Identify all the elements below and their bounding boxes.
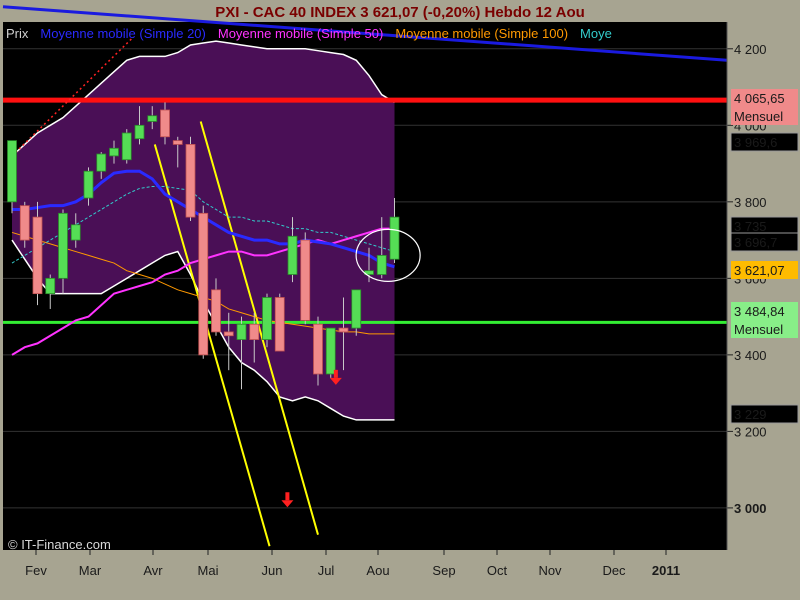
arrow-shaft — [333, 369, 338, 378]
candle-body — [172, 140, 183, 145]
candle-body — [58, 212, 68, 279]
x-tick-label: Sep — [432, 563, 455, 578]
x-tick-label: Dec — [602, 563, 626, 578]
candle-body — [376, 254, 387, 275]
price-label: 3 621,07 — [731, 261, 798, 279]
price-label-text: 3 229 — [734, 407, 767, 422]
price-label-text: Mensuel — [734, 109, 783, 124]
price-label: 3 735 — [730, 216, 799, 236]
candle-body — [83, 170, 94, 199]
candle-body — [7, 140, 17, 203]
candle-body — [134, 124, 145, 140]
candle-body — [262, 297, 272, 340]
price-label: Mensuel — [731, 107, 798, 125]
x-tick-label: 2011 — [652, 563, 680, 578]
candle-body — [338, 327, 349, 333]
candle-body — [185, 144, 196, 218]
candle-body — [287, 235, 298, 275]
price-label-text: 3 969,6 — [734, 135, 777, 150]
candle-body — [19, 205, 30, 241]
x-tick-label: Aou — [366, 563, 389, 578]
price-label-text: 4 065,65 — [734, 91, 785, 106]
candle-body — [198, 212, 209, 356]
candle-body — [351, 289, 362, 329]
price-label-text: 3 735 — [734, 219, 767, 234]
y-tick-label: 3 200 — [734, 424, 767, 439]
arrow-shaft — [285, 492, 290, 501]
price-label: 3 229 — [730, 404, 799, 424]
candle-body — [70, 224, 81, 241]
price-label-text: 3 696,7 — [734, 235, 777, 250]
y-tick-label: 3 400 — [734, 348, 767, 363]
price-label: Mensuel — [731, 320, 798, 338]
x-tick-label: Mar — [79, 563, 102, 578]
candle-body — [211, 289, 221, 333]
legend-entry: Prix — [6, 26, 29, 41]
candle-body — [96, 153, 107, 172]
x-tick-label: Oct — [487, 563, 508, 578]
price-label-text: 3 484,84 — [734, 304, 785, 319]
copyright-text: © IT-Finance.com — [8, 537, 111, 552]
candle-body — [121, 132, 132, 161]
chart-title: PXI - CAC 40 INDEX 3 621,07 (-0,20%) Heb… — [215, 4, 585, 21]
price-label: 3 969,6 — [730, 132, 799, 152]
candle-body — [32, 216, 43, 295]
candle-body — [389, 216, 400, 260]
legend-entry: Moyenne mobile (Simple 100) — [395, 26, 568, 41]
candle-body — [147, 115, 158, 122]
x-tick-label: Jul — [318, 563, 335, 578]
price-label: 3 484,84 — [731, 302, 798, 320]
y-tick-label: 3 000 — [734, 501, 767, 516]
candle-body — [313, 323, 323, 375]
y-tick-label: 3 800 — [734, 195, 767, 210]
legend-entry: Moyenne mobile (Simple 20) — [40, 26, 205, 41]
candle-body — [160, 109, 170, 138]
candle-body — [236, 323, 247, 340]
price-label: 3 696,7 — [730, 232, 799, 252]
x-tick-label: Fev — [25, 563, 47, 578]
chart-svg: PXI - CAC 40 INDEX 3 621,07 (-0,20%) Heb… — [2, 4, 799, 578]
candle-body — [223, 331, 234, 337]
legend-entry: Moye — [580, 26, 612, 41]
x-tick-label: Avr — [143, 563, 163, 578]
price-label: 4 065,65 — [731, 89, 798, 107]
chart: PXI - CAC 40 INDEX 3 621,07 (-0,20%) Heb… — [0, 0, 800, 600]
x-tick-label: Mai — [198, 563, 219, 578]
candle-body — [45, 277, 56, 295]
candle-body — [300, 239, 311, 321]
candle-body — [109, 147, 119, 157]
candle-body — [249, 323, 260, 340]
price-label-text: 3 621,07 — [734, 263, 785, 278]
x-tick-label: Nov — [538, 563, 562, 578]
price-label-text: Mensuel — [734, 322, 783, 337]
candle-body — [274, 297, 285, 352]
legend-entry: Moyenne mobile (Simple 50) — [218, 26, 383, 41]
x-tick-label: Jun — [262, 563, 283, 578]
y-tick-label: 4 200 — [734, 42, 767, 57]
candle-body — [325, 327, 336, 375]
